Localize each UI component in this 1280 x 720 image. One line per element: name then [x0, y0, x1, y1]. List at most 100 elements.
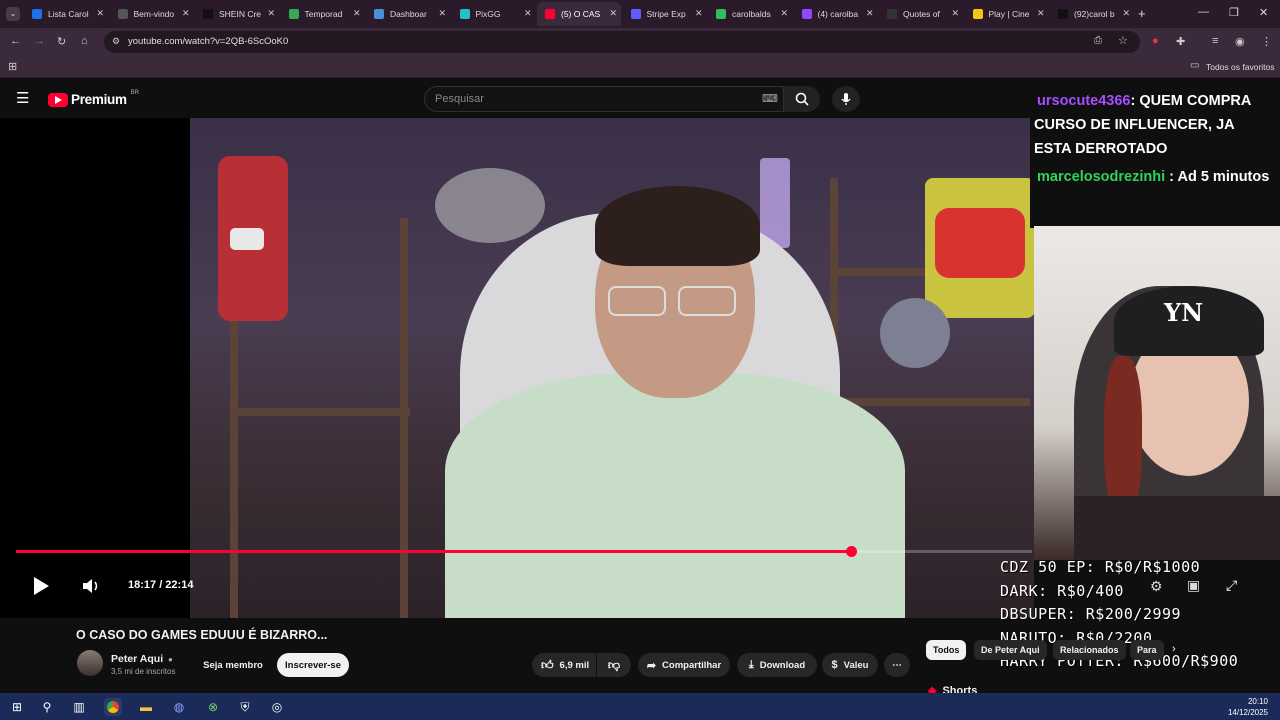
extensions-icon[interactable]: ✚ [1176, 35, 1185, 48]
security-icon[interactable]: ⛨ [236, 698, 254, 716]
browser-tab[interactable]: (92)carol b ✕ [1050, 2, 1134, 26]
tab-close-icon[interactable]: ✕ [353, 8, 361, 19]
channel-avatar[interactable] [77, 650, 103, 676]
browser-tab[interactable]: Bem-vindo ✕ [110, 2, 194, 26]
video-player[interactable]: 18:17 / 22:14 [0, 118, 1034, 618]
fullscreen-icon[interactable]: ⤢ [1226, 577, 1237, 594]
voice-search-button[interactable] [832, 86, 860, 112]
chip-for-you[interactable]: Para [1130, 640, 1164, 660]
download-button[interactable]: ⤓ Download [737, 653, 817, 677]
search-button[interactable] [784, 86, 820, 112]
windows-start-icon[interactable]: ⊞ [8, 698, 26, 716]
tab-close-icon[interactable]: ✕ [1122, 8, 1130, 19]
address-bar[interactable]: ⚙ youtube.com/watch?v=2QB-6ScOoK0 ⎙ ☆ [104, 31, 1140, 53]
tab-close-icon[interactable]: ✕ [524, 8, 532, 19]
browser-tab[interactable]: (4) carolba ✕ [794, 2, 878, 26]
reload-icon[interactable]: ↻ [57, 35, 66, 48]
browser-tab[interactable]: Play | Cine ✕ [965, 2, 1049, 26]
minimize-button[interactable]: — [1198, 6, 1209, 18]
chip-all[interactable]: Todos [926, 640, 967, 660]
tab-favicon-icon [288, 9, 299, 19]
profile-icon[interactable]: ◉ [1235, 35, 1245, 48]
menu-icon[interactable]: ⋮ [1261, 35, 1272, 48]
youtube-logo[interactable]: Premium BR [48, 89, 140, 107]
search-box[interactable]: Pesquisar ⌨ [424, 86, 784, 112]
search-input[interactable]: Pesquisar [435, 93, 484, 105]
tab-close-icon[interactable]: ✕ [96, 8, 104, 19]
tab-close-icon[interactable]: ✕ [695, 8, 703, 19]
tab-search-button[interactable]: ⌄ [6, 7, 20, 21]
dislike-button[interactable]: 👎︎ [597, 653, 631, 677]
apps-grid-icon[interactable]: ⊞ [8, 60, 17, 73]
tab-close-icon[interactable]: ✕ [182, 8, 190, 19]
join-button[interactable]: Seja membro [196, 653, 270, 677]
progress-bar-fill[interactable] [16, 550, 852, 553]
system-clock[interactable]: 20:10 14/12/2025 [1228, 696, 1268, 718]
more-actions-button[interactable]: ⋯ [884, 653, 910, 677]
chrome-taskbar-icon[interactable] [104, 698, 122, 716]
home-icon[interactable]: ⌂ [81, 35, 88, 47]
search-taskbar-icon[interactable]: ⚲ [38, 698, 56, 716]
streamer-webcam: YN [1034, 226, 1280, 560]
logo-region-badge: BR [130, 89, 140, 96]
download-label: Download [759, 659, 806, 671]
browser-tab[interactable]: (5) O CAS ✕ [537, 2, 621, 26]
chip-next-icon[interactable]: › [1172, 643, 1176, 655]
back-icon[interactable]: ← [10, 35, 21, 47]
channel-name[interactable]: Peter Aqui ● [111, 653, 173, 665]
install-icon[interactable]: ⎙ [1094, 35, 1102, 46]
chat-message: marcelosodrezinhi : Ad 5 minutos [1034, 165, 1274, 189]
bookmark-star-icon[interactable]: ☆ [1118, 34, 1128, 47]
obs-icon[interactable]: ◎ [268, 698, 286, 716]
tab-favicon-icon [630, 9, 641, 19]
media-control-icon[interactable]: ≡ [1212, 35, 1218, 47]
browser-tab[interactable]: Lista Carol ✕ [24, 2, 108, 26]
tab-close-icon[interactable]: ✕ [438, 8, 446, 19]
site-info-icon[interactable]: ⚙ [112, 36, 120, 47]
settings-icon[interactable]: ⚙ [1150, 578, 1163, 595]
volume-button[interactable] [82, 578, 100, 599]
forward-icon[interactable]: → [34, 35, 45, 47]
verified-icon: ● [168, 655, 173, 664]
play-button[interactable] [32, 576, 50, 601]
keyboard-icon[interactable]: ⌨ [762, 92, 778, 105]
maximize-button[interactable]: ❐ [1229, 6, 1239, 19]
cap-logo: YN [1164, 298, 1204, 327]
chip-from-channel[interactable]: De Peter Aqui [974, 640, 1047, 660]
new-tab-button[interactable]: + [1138, 6, 1146, 21]
browser-tab[interactable]: Dashboar ✕ [366, 2, 450, 26]
browser-tab[interactable]: Quotes of ✕ [879, 2, 963, 26]
thanks-button[interactable]: $ Valeu [822, 653, 878, 677]
thanks-label: Valeu [843, 659, 869, 671]
browser-tab[interactable]: Temporad ✕ [281, 2, 365, 26]
extension-red-icon[interactable]: ● [1152, 35, 1159, 47]
like-button[interactable]: 👍︎ 6,9 mil [532, 653, 596, 677]
xbox-icon[interactable]: ⊗ [204, 698, 222, 716]
tab-label: Lista Carol [48, 9, 89, 19]
browser-tab[interactable]: SHEIN Cre ✕ [195, 2, 279, 26]
address-row: ← → ↻ ⌂ ⚙ youtube.com/watch?v=2QB-6ScOoK… [0, 28, 1280, 56]
task-view-icon[interactable]: ▥ [70, 698, 88, 716]
chat-text: : Ad 5 minutos [1165, 169, 1270, 185]
chip-related[interactable]: Relacionados [1053, 640, 1126, 660]
subscribe-button[interactable]: Inscrever-se [277, 653, 349, 677]
tab-close-icon[interactable]: ✕ [267, 8, 275, 19]
close-window-button[interactable]: ✕ [1259, 6, 1268, 19]
tab-label: Play | Cine [988, 9, 1030, 19]
hamburger-menu-icon[interactable]: ☰ [16, 89, 29, 107]
tab-close-icon[interactable]: ✕ [1037, 8, 1045, 19]
discord-icon[interactable]: ◍ [170, 698, 188, 716]
browser-tab[interactable]: PixGG ✕ [452, 2, 536, 26]
miniplayer-icon[interactable]: ▣ [1187, 577, 1200, 594]
browser-tab[interactable]: carolbalds ✕ [708, 2, 792, 26]
tab-close-icon[interactable]: ✕ [951, 8, 959, 19]
tab-close-icon[interactable]: ✕ [780, 8, 788, 19]
file-explorer-icon[interactable]: ▬ [137, 698, 155, 716]
browser-tab[interactable]: Stripe Exp ✕ [623, 2, 707, 26]
share-button[interactable]: ➦ Compartilhar [638, 653, 730, 677]
tab-label: PixGG [475, 9, 501, 19]
all-bookmarks-label[interactable]: Todos os favoritos [1206, 62, 1275, 72]
tab-close-icon[interactable]: ✕ [609, 8, 617, 19]
tab-close-icon[interactable]: ✕ [866, 8, 874, 19]
tab-favicon-icon [972, 9, 983, 19]
